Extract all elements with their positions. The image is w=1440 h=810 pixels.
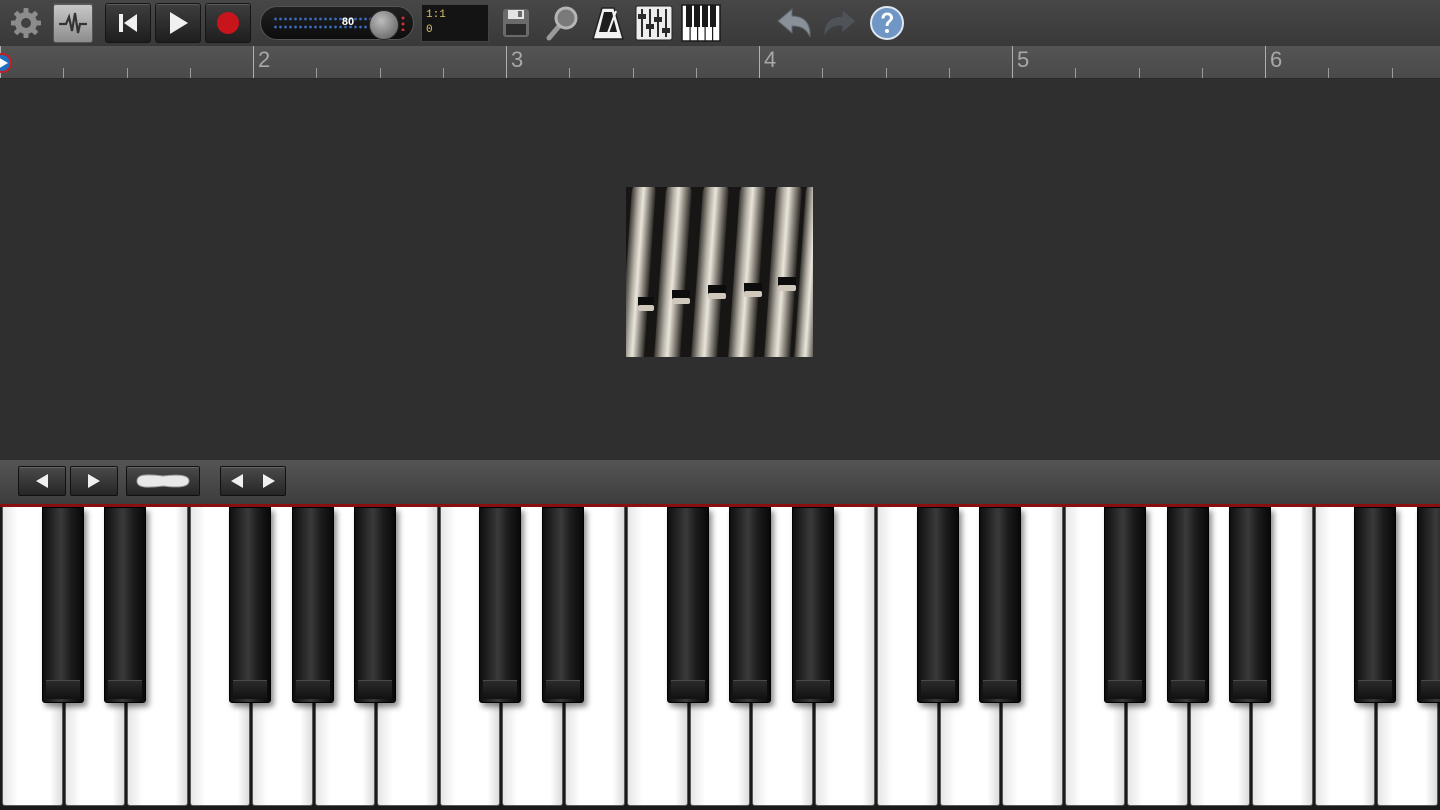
position-tick: 0: [426, 24, 433, 36]
bar-line: [253, 46, 254, 78]
timeline-ruler[interactable]: 2 3 4 5 6: [0, 46, 1440, 79]
beat-tick: [1138, 68, 1140, 78]
gear-icon: [11, 8, 41, 38]
redo-button[interactable]: [818, 3, 862, 43]
bar-line: [1012, 46, 1013, 78]
beat-tick: [695, 68, 697, 78]
beat-tick: [442, 68, 444, 78]
bar-number: 6: [1270, 47, 1283, 72]
octave-down-button[interactable]: [18, 466, 66, 496]
record-icon: [217, 12, 239, 34]
tempo-knob[interactable]: [369, 10, 399, 40]
black-key[interactable]: [41, 507, 84, 703]
waveform-view-button[interactable]: [53, 3, 93, 43]
pitch-bend-control[interactable]: [126, 466, 200, 496]
black-key[interactable]: [1166, 507, 1209, 703]
organ-pipes-image: [626, 187, 813, 357]
metronome-icon: [592, 7, 624, 40]
beat-tick: [1328, 68, 1330, 78]
mixer-button[interactable]: [634, 3, 674, 43]
black-key[interactable]: [1416, 507, 1440, 703]
black-key[interactable]: [979, 507, 1021, 703]
beat-tick: [189, 68, 191, 78]
octave-left-icon: [36, 474, 48, 488]
black-key[interactable]: [916, 507, 959, 703]
play-icon: [170, 12, 188, 34]
position-bar-beat: 1:1: [426, 9, 446, 21]
scroll-right-icon: [263, 474, 275, 488]
beat-tick: [1075, 68, 1077, 78]
keyboard-control-bar: [0, 460, 1440, 504]
toolbar: 80 1:1 0: [0, 0, 1440, 46]
undo-button[interactable]: [772, 3, 816, 43]
black-key[interactable]: [729, 507, 771, 703]
black-key[interactable]: [1229, 507, 1271, 703]
beat-tick: [569, 68, 571, 78]
octave-right-icon: [88, 474, 100, 488]
bar-number: 5: [1017, 47, 1030, 72]
zoom-button[interactable]: [542, 3, 582, 43]
piano-icon: [681, 4, 721, 42]
record-button[interactable]: [205, 3, 251, 43]
scroll-left-icon: [231, 474, 243, 488]
bar-number: 3: [511, 47, 524, 72]
position-display: 1:1 0: [421, 4, 489, 42]
rewind-button[interactable]: [105, 3, 151, 43]
save-button[interactable]: [498, 3, 534, 43]
tempo-slider[interactable]: 80: [260, 6, 414, 40]
beat-tick: [1391, 68, 1393, 78]
undo-icon: [777, 7, 811, 38]
black-key[interactable]: [666, 507, 709, 703]
keyboard-scroll-button[interactable]: [220, 466, 286, 496]
playhead-marker[interactable]: [0, 50, 14, 76]
play-button[interactable]: [155, 3, 201, 43]
instrument-thumbnail[interactable]: [626, 187, 813, 357]
help-icon: [870, 6, 904, 40]
track-area[interactable]: [0, 79, 1440, 460]
rewind-icon: [119, 14, 137, 32]
bar-line: [506, 46, 507, 78]
tempo-value: 80: [341, 16, 355, 28]
black-key[interactable]: [291, 507, 334, 703]
help-button[interactable]: [866, 3, 908, 43]
tempo-dots: [273, 15, 379, 31]
mixer-icon: [635, 5, 673, 41]
settings-button[interactable]: [6, 3, 46, 43]
black-key[interactable]: [229, 507, 271, 703]
piano-roll-button[interactable]: [680, 3, 722, 43]
beat-tick: [316, 68, 318, 78]
beat-tick: [63, 68, 65, 78]
black-key[interactable]: [354, 507, 396, 703]
bar-number: 2: [258, 47, 271, 72]
black-key[interactable]: [791, 507, 834, 703]
redo-icon: [823, 7, 857, 38]
waveform-icon: [59, 12, 87, 34]
black-key[interactable]: [1104, 507, 1146, 703]
octave-up-button[interactable]: [70, 466, 118, 496]
pitch-bend-icon: [136, 474, 190, 488]
piano-keyboard[interactable]: [0, 507, 1440, 810]
beat-tick: [126, 68, 128, 78]
bar-line: [759, 46, 760, 78]
beat-tick: [632, 68, 634, 78]
beat-tick: [822, 68, 824, 78]
bar-number: 4: [764, 47, 777, 72]
black-key[interactable]: [541, 507, 584, 703]
save-icon: [503, 9, 529, 37]
beat-tick: [379, 68, 381, 78]
beat-tick: [1201, 68, 1203, 78]
black-key[interactable]: [1354, 507, 1396, 703]
black-key[interactable]: [479, 507, 521, 703]
tempo-max-indicator: [401, 15, 405, 31]
bar-line: [1265, 46, 1266, 78]
search-icon: [546, 6, 578, 41]
beat-tick: [948, 68, 950, 78]
black-key[interactable]: [104, 507, 146, 703]
beat-tick: [885, 68, 887, 78]
metronome-button[interactable]: [588, 3, 628, 43]
